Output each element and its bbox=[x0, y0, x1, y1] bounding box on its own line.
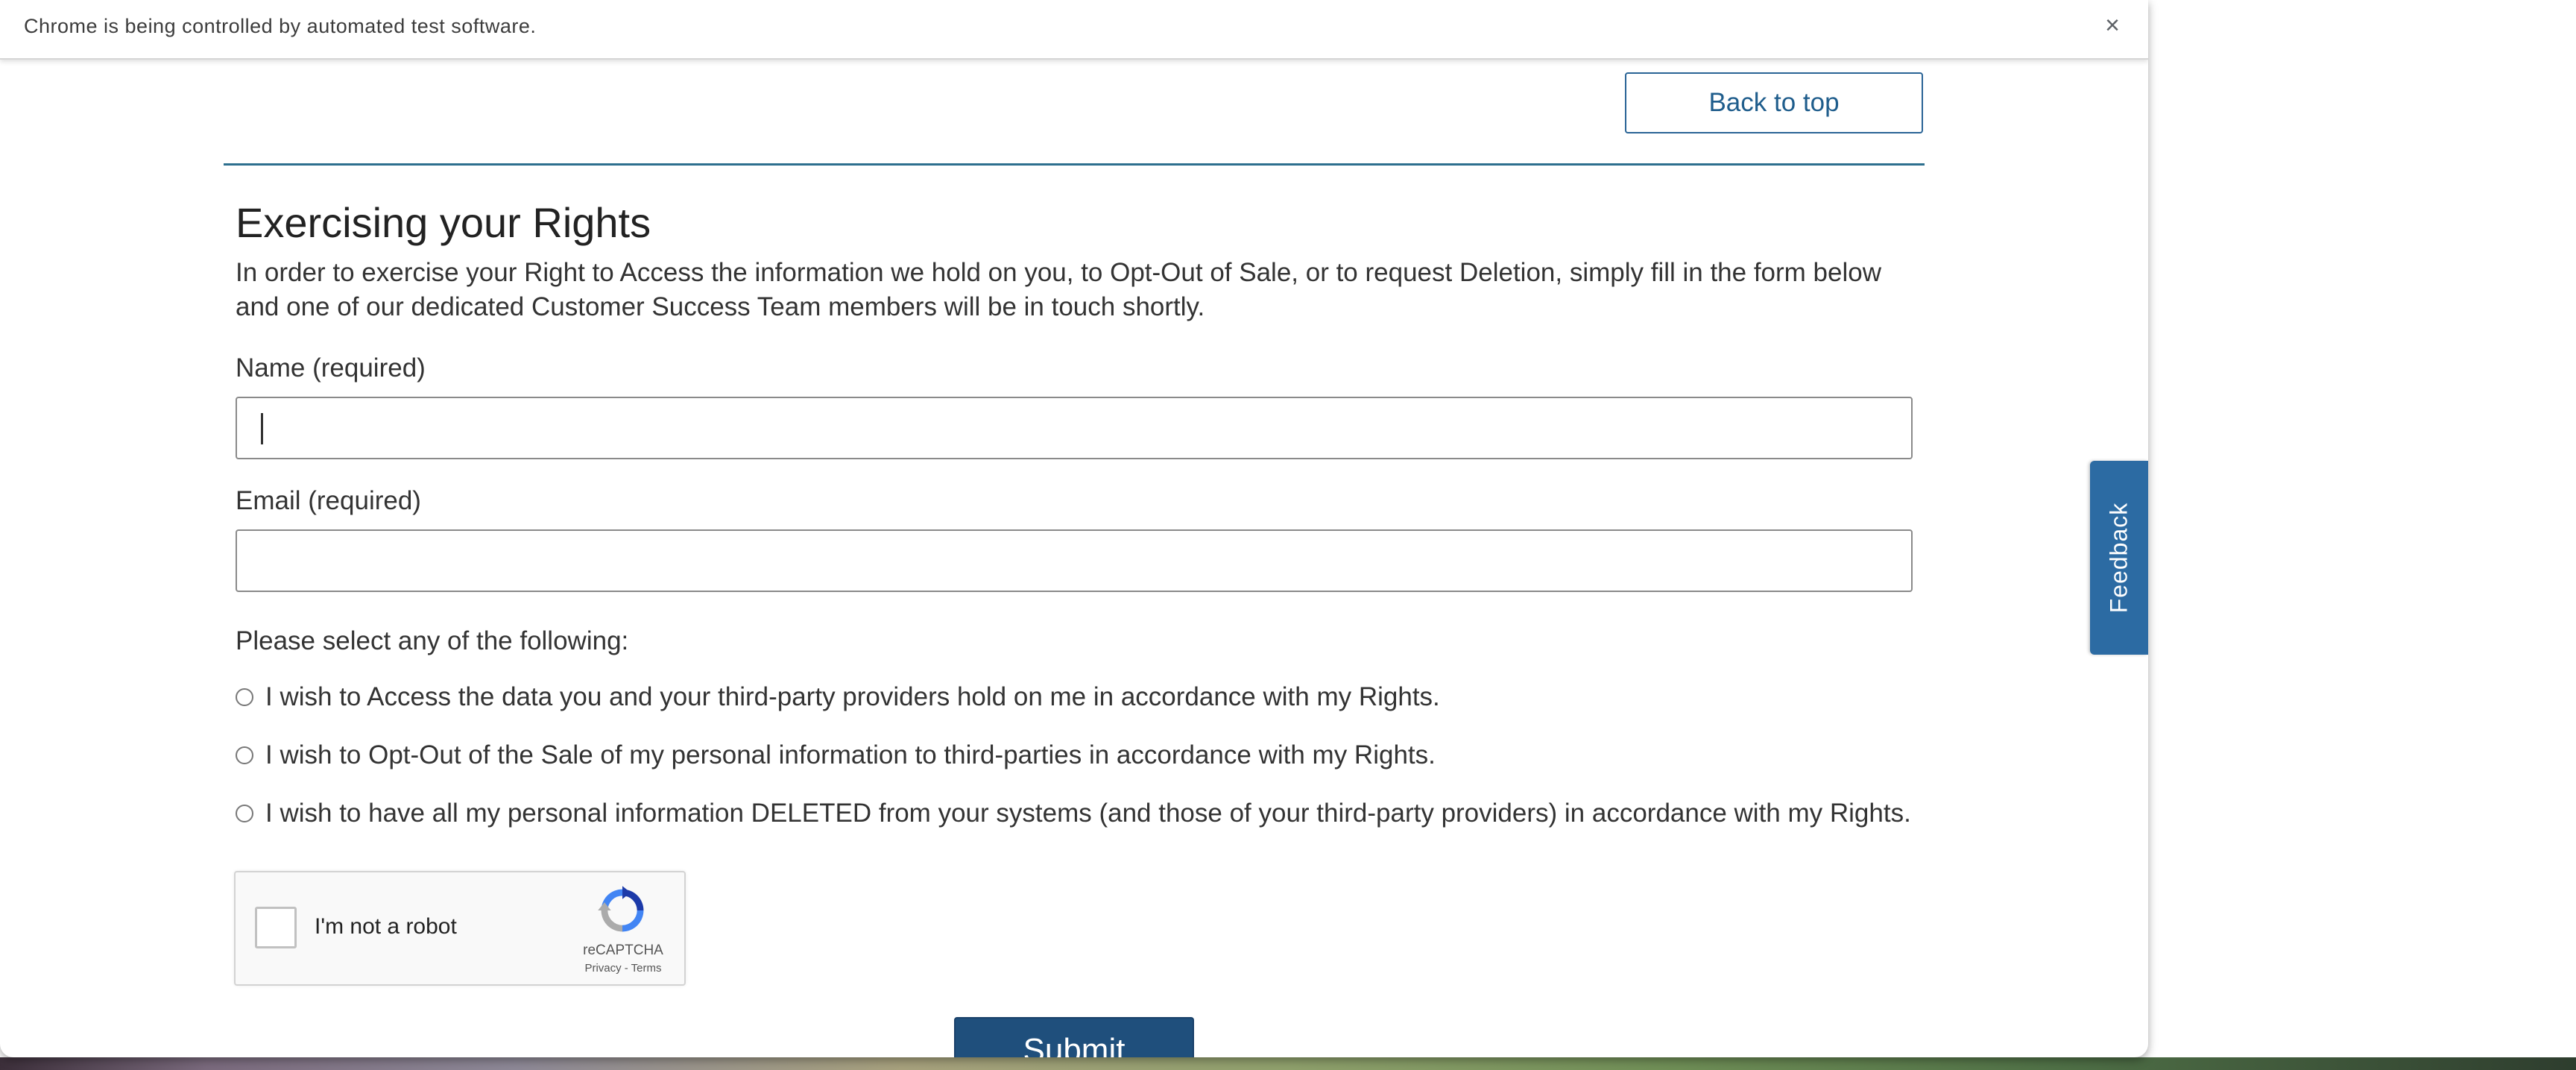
name-label: Name (required) bbox=[236, 353, 426, 383]
radio-button[interactable] bbox=[236, 688, 253, 706]
close-icon[interactable]: × bbox=[2097, 10, 2127, 40]
text-caret bbox=[261, 413, 263, 444]
recaptcha-terms-link[interactable]: Privacy - Terms bbox=[564, 962, 683, 975]
option-delete-label: I wish to have all my personal informati… bbox=[265, 799, 1911, 828]
option-delete[interactable]: I wish to have all my personal informati… bbox=[236, 795, 1911, 832]
screen: Chrome is being controlled by automated … bbox=[0, 0, 2576, 1070]
radio-button[interactable] bbox=[236, 805, 253, 822]
section-divider bbox=[224, 163, 1925, 166]
option-access-label: I wish to Access the data you and your t… bbox=[265, 682, 1440, 711]
recaptcha-widget: I'm not a robot reCAPTCHA Privacy - Term… bbox=[234, 871, 686, 986]
feedback-tab[interactable]: Feedback bbox=[2090, 461, 2148, 655]
email-label: Email (required) bbox=[236, 486, 421, 515]
desktop-wallpaper bbox=[0, 1057, 2576, 1070]
recaptcha-logo-icon bbox=[598, 886, 644, 932]
intro-paragraph: In order to exercise your Right to Acces… bbox=[236, 258, 1882, 321]
back-to-top-button[interactable]: Back to top bbox=[1625, 72, 1923, 133]
recaptcha-brand: reCAPTCHA bbox=[583, 942, 663, 958]
name-field[interactable] bbox=[236, 397, 1913, 459]
submit-button[interactable]: Submit bbox=[954, 1017, 1194, 1057]
option-opt-out-label: I wish to Opt-Out of the Sale of my pers… bbox=[265, 740, 1436, 770]
option-access[interactable]: I wish to Access the data you and your t… bbox=[236, 679, 1440, 716]
infobar-message: Chrome is being controlled by automated … bbox=[24, 15, 537, 37]
radio-button[interactable] bbox=[236, 746, 253, 764]
recaptcha-checkbox[interactable] bbox=[255, 907, 297, 948]
browser-window: Chrome is being controlled by automated … bbox=[0, 0, 2148, 1057]
automation-infobar: Chrome is being controlled by automated … bbox=[0, 0, 2148, 60]
recaptcha-label: I'm not a robot bbox=[315, 914, 457, 939]
page-title: Exercising your Rights bbox=[236, 199, 651, 246]
email-field[interactable] bbox=[236, 529, 1913, 592]
option-opt-out[interactable]: I wish to Opt-Out of the Sale of my pers… bbox=[236, 737, 1436, 774]
desktop-area bbox=[2148, 0, 2576, 1070]
feedback-tab-label: Feedback bbox=[2105, 502, 2133, 614]
select-prompt: Please select any of the following: bbox=[236, 626, 629, 655]
